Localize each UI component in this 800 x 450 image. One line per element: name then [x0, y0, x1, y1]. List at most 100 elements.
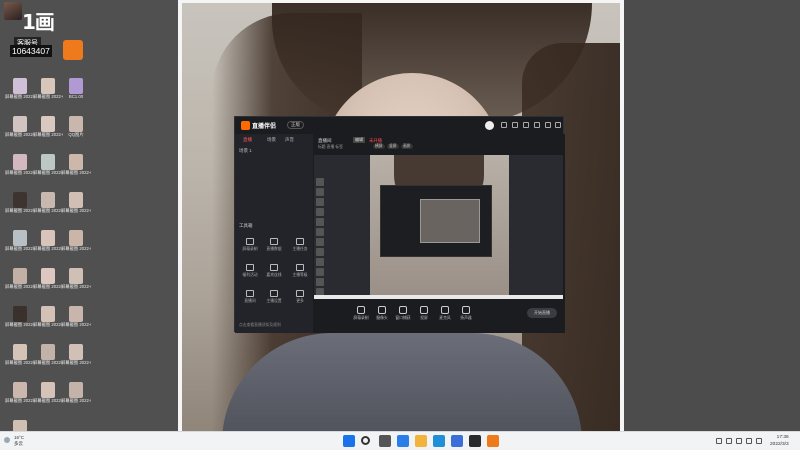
source-thumb-icon[interactable] — [316, 178, 324, 186]
keyboard-icon[interactable] — [726, 438, 732, 444]
tool-settings[interactable]: 主播设置 — [263, 290, 285, 304]
desktop-file-icon[interactable]: 屏幕截图 2022-01... — [33, 382, 63, 403]
action-speaker[interactable]: 扬声器 — [456, 306, 476, 321]
desktop-file-icon[interactable]: 屏幕截图 2022-02... — [61, 230, 91, 251]
desktop-file-icon[interactable]: 屏幕截图 2022-01... — [33, 268, 63, 289]
stream-preview[interactable] — [314, 155, 563, 295]
source-thumb-icon[interactable] — [316, 278, 324, 286]
tool-more[interactable]: 更多 — [289, 290, 311, 304]
source-thumb-icon[interactable] — [316, 288, 324, 295]
orientation-portrait-pill[interactable]: 竖屏 — [387, 144, 399, 149]
window-icon — [399, 306, 407, 314]
desktop-file-icon[interactable]: 屏幕截图 2022-02... — [5, 306, 35, 327]
desktop-file-icon[interactable]: 屏幕截图 2022-02... — [61, 344, 91, 365]
close-icon[interactable] — [555, 122, 561, 128]
source-thumb-icon[interactable] — [316, 228, 324, 236]
desktop-file-icon[interactable]: 屏幕截图 2022-01... — [33, 230, 63, 251]
desktop-file-icon[interactable]: 屏幕截图 2022-01... — [33, 154, 63, 175]
preview-scrollbar[interactable] — [314, 295, 563, 299]
app-version-badge[interactable]: 正版 — [287, 121, 304, 129]
live-streaming-window[interactable]: 直播伴侣 正版 直播 场景 声音 场景 1 工具箱 屏幕录制 直播数据 主播任务 福利… — [234, 116, 565, 333]
battery-icon[interactable] — [756, 438, 762, 444]
task-view-icon[interactable] — [379, 435, 391, 447]
clock[interactable]: 17:36 2022/3/3 — [770, 434, 789, 448]
edge-icon[interactable] — [433, 435, 445, 447]
more-icon — [296, 290, 304, 297]
tool-link[interactable]: 嘉宾连线 — [263, 264, 285, 278]
action-mic[interactable]: 麦克风 — [435, 306, 455, 321]
desktop-icon-area: 1画 客服号 10643407 屏幕截图 2022-02...屏幕截图 2022… — [0, 0, 178, 441]
tool-task[interactable]: 主播任务 — [289, 238, 311, 252]
desktop-file-icon[interactable]: 屏幕截图 2022-02... — [61, 268, 91, 289]
source-thumb-icon[interactable] — [316, 188, 324, 196]
terminal-icon[interactable] — [469, 435, 481, 447]
tool-gift[interactable]: 福利活动 — [239, 264, 261, 278]
desktop-file-icon[interactable]: 屏幕截图 2022-02... — [61, 192, 91, 213]
orientation-landscape-pill[interactable]: 横屏 — [373, 144, 385, 149]
desktop-file-icon[interactable]: 屏幕截图 2022-01... — [33, 192, 63, 213]
minimize-icon[interactable] — [534, 122, 540, 128]
source-thumb-icon[interactable] — [316, 218, 324, 226]
image-thumbnail-icon — [69, 382, 83, 398]
action-window[interactable]: 窗口捕获 — [393, 306, 413, 321]
maximize-icon[interactable] — [545, 122, 551, 128]
source-thumb-icon[interactable] — [316, 198, 324, 206]
tab-live[interactable]: 直播 — [243, 137, 252, 143]
desktop-file-icon[interactable]: 屏幕截图 2022-01... — [33, 344, 63, 365]
menu-icon[interactable] — [523, 122, 529, 128]
image-thumbnail-icon — [41, 382, 55, 398]
quality-pill[interactable]: 画质 — [401, 144, 413, 149]
tool-monitor[interactable]: 屏幕录制 — [239, 238, 261, 252]
volume-icon[interactable] — [746, 438, 752, 444]
source-thumb-icon[interactable] — [316, 238, 324, 246]
source-thumb-icon[interactable] — [316, 268, 324, 276]
desktop-file-icon[interactable]: 屏幕截图 2022-02... — [5, 78, 35, 99]
live-app-desktop-icon[interactable] — [63, 40, 83, 60]
sidebar-footer-text[interactable]: 点击查看直播须知及规则 — [239, 323, 281, 328]
tool-chart[interactable]: 直播数据 — [263, 238, 285, 252]
widgets-icon[interactable] — [397, 435, 409, 447]
desktop-file-icon[interactable]: 屏幕截图 2022-02... — [5, 382, 35, 403]
desktop-file-icon[interactable]: 屏幕截图 2022-02... — [61, 154, 91, 175]
desktop-file-icon[interactable]: 屏幕截图 2022-01... — [33, 306, 63, 327]
desktop-file-icon[interactable]: 屏幕截图 2022-01... — [5, 230, 35, 251]
tool-level[interactable]: 主播等级 — [289, 264, 311, 278]
message-icon[interactable] — [501, 122, 507, 128]
desktop-file-icon[interactable]: 屏幕截图 2022-02... — [33, 78, 63, 99]
source-thumb-icon[interactable] — [316, 258, 324, 266]
image-thumbnail-icon — [41, 116, 55, 132]
weather-widget[interactable]: 16°C 多云 — [14, 435, 24, 447]
desktop-file-icon[interactable]: 屏幕截图 2022-02... — [61, 306, 91, 327]
desktop-file-icon[interactable]: QQ图片 — [61, 116, 91, 137]
scene-label[interactable]: 场景 1 — [239, 148, 252, 154]
start-live-button[interactable]: 开始直播 — [527, 308, 557, 318]
source-thumb-icon[interactable] — [316, 208, 324, 216]
tab-scene[interactable]: 场景 — [267, 137, 276, 143]
desktop-file-icon[interactable]: 屏幕截图 2022-02... — [5, 116, 35, 137]
desktop-file-icon[interactable]: 屏幕截图 2022-01... — [33, 116, 63, 137]
action-record[interactable]: 屏幕录制 — [351, 306, 371, 321]
desktop-file-icon[interactable]: 屏幕截图 2022-02... — [5, 192, 35, 213]
file-explorer-icon[interactable] — [415, 435, 427, 447]
settings-icon[interactable] — [512, 122, 518, 128]
image-thumbnail-icon — [69, 268, 83, 284]
user-avatar[interactable] — [485, 121, 494, 130]
store-icon[interactable] — [451, 435, 463, 447]
desktop-file-icon[interactable]: 屏幕截图 2022-02... — [5, 268, 35, 289]
desktop-file-icon[interactable]: BC1.00 — [61, 78, 91, 99]
desktop-file-icon[interactable]: 屏幕截图 2022-02... — [5, 154, 35, 175]
wifi-icon[interactable] — [736, 438, 742, 444]
desktop-file-icon[interactable]: 屏幕截图 2022-02... — [61, 382, 91, 403]
chevron-up-icon[interactable] — [716, 438, 722, 444]
source-thumb-icon[interactable] — [316, 248, 324, 256]
desktop-file-icon[interactable]: 屏幕截图 2022-02... — [5, 344, 35, 365]
room-edit-tag[interactable]: 编辑 — [353, 137, 365, 143]
tool-room[interactable]: 直播间 — [239, 290, 261, 304]
action-camera[interactable]: 摄像头 — [372, 306, 392, 321]
windows-start-icon[interactable] — [343, 435, 355, 447]
search-icon[interactable] — [361, 436, 370, 445]
action-cast[interactable]: 投屏 — [414, 306, 434, 321]
weather-icon[interactable] — [4, 437, 10, 443]
live-app-icon[interactable] — [487, 435, 499, 447]
tab-sound[interactable]: 声音 — [285, 137, 294, 143]
